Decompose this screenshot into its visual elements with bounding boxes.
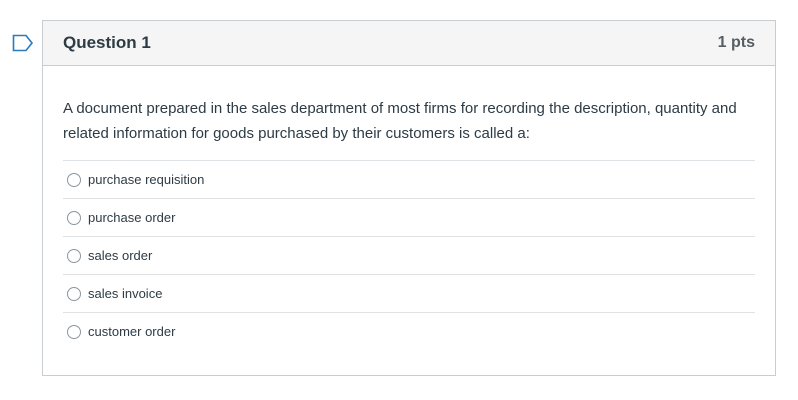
question-body: A document prepared in the sales departm… [43, 66, 775, 350]
question-card: Question 1 1 pts A document prepared in … [42, 20, 776, 376]
answer-option[interactable]: customer order [63, 312, 755, 350]
answer-option[interactable]: sales order [63, 236, 755, 274]
radio-button-icon[interactable] [67, 210, 81, 225]
answer-list: purchase requisition purchase order sale… [63, 160, 755, 350]
radio-button-icon[interactable] [67, 324, 81, 339]
answer-label[interactable]: customer order [88, 324, 175, 339]
answer-option[interactable]: purchase order [63, 198, 755, 236]
answer-label[interactable]: purchase order [88, 210, 175, 225]
question-title: Question 1 [63, 33, 151, 52]
flag-question-icon[interactable] [12, 34, 34, 52]
question-header: Question 1 1 pts [43, 21, 775, 66]
answer-label[interactable]: sales invoice [88, 286, 162, 301]
radio-button-icon[interactable] [67, 172, 81, 187]
answer-option[interactable]: sales invoice [63, 274, 755, 312]
answer-label[interactable]: sales order [88, 248, 152, 263]
radio-button-icon[interactable] [67, 286, 81, 301]
answer-option[interactable]: purchase requisition [63, 160, 755, 198]
radio-button-icon[interactable] [67, 248, 81, 263]
question-points: 1 pts [717, 34, 755, 51]
answer-label[interactable]: purchase requisition [88, 172, 204, 187]
question-text: A document prepared in the sales departm… [63, 100, 737, 142]
